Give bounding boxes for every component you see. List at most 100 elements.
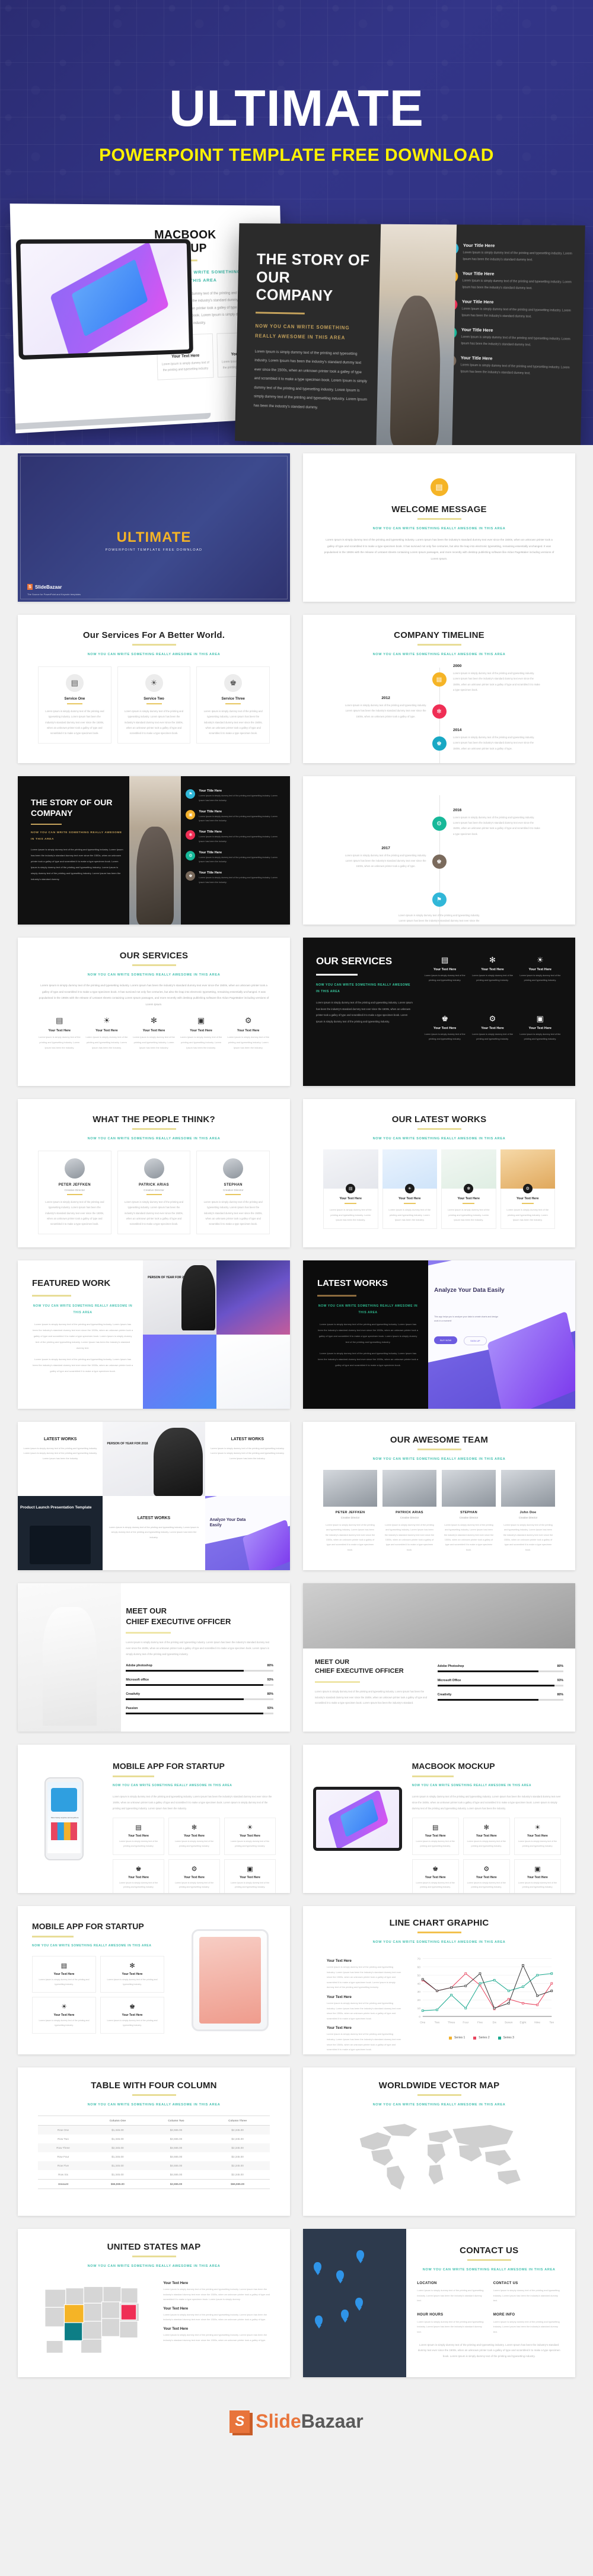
slide-testimonials[interactable]: WHAT THE PEOPLE THINK? NOW YOU CAN WRITE… xyxy=(18,1099,290,1247)
service-item[interactable]: ☀ Your Text Here Lorem Ipsum is simply dum… xyxy=(85,1016,129,1050)
legend-item[interactable]: Series 1 xyxy=(448,2036,465,2040)
skill-bar xyxy=(126,1669,273,1672)
slide-line-chart-graphic[interactable]: LINE CHART GRAPHIC NOW YOU CAN WRITE SOM… xyxy=(303,1906,575,2054)
work-thumb-dashboard[interactable] xyxy=(216,1335,290,1409)
map-pin-icon[interactable] xyxy=(356,2250,364,2260)
slide-our-awesome-team[interactable]: OUR AWESOME TEAM NOW YOU CAN WRITE SOMET… xyxy=(303,1422,575,1570)
legend-item[interactable]: Series 3 xyxy=(498,2036,514,2040)
feature-cell[interactable]: ✻ Your Text Here Lorem Ipsum is simply dum… xyxy=(100,1956,165,1993)
team-member[interactable]: STEPHAN Creative Director Lorem Ipsum is s… xyxy=(442,1470,496,1552)
map-pin-icon[interactable] xyxy=(314,2262,321,2272)
testimonial-card[interactable]: PETER JEFFKEN Creative Director Lorem Ipsu… xyxy=(38,1151,111,1235)
work-thumb-person[interactable]: PERSON OF YEAR FOR 2016 xyxy=(143,1260,217,1335)
map-pin-icon[interactable] xyxy=(336,2270,344,2280)
team-member[interactable]: PATRICK ARIAS Creative Director Lorem Ipsu… xyxy=(382,1470,436,1552)
slide-cover[interactable]: ULTIMATE POWERPOINT TEMPLATE FREE DOWNLO… xyxy=(18,453,290,602)
slide-meet-ceo-b[interactable]: MEET OUR CHIEF EXECUTIVE OFFICER Lorem I… xyxy=(303,1583,575,1732)
service-item[interactable]: ▤ Your Text Here Lorem Ipsum is simply dum… xyxy=(38,1016,81,1050)
feature-cell[interactable]: ⚙ Your Text Here Lorem Ipsum is simply dum… xyxy=(168,1859,220,1893)
table-row: Row One $1,345.00 $4,555.00 $2,345.00 xyxy=(38,2125,270,2135)
work-thumb-app-ui[interactable] xyxy=(143,1335,217,1409)
feature-cell[interactable]: ▤ Your Text Here Lorem Ipsum is simply dum… xyxy=(113,1818,165,1855)
feature-cell[interactable]: ▣ Your Text Here Lorem Ipsum is simply dum… xyxy=(514,1859,561,1893)
slide-our-latest-works[interactable]: OUR LATEST WORKS NOW YOU CAN WRITE SOMET… xyxy=(303,1099,575,1247)
feature-cell[interactable]: ☀ Your Text Here Lorem Ipsum is simply dum… xyxy=(514,1818,561,1855)
timeline-node[interactable]: ✻ xyxy=(432,704,447,719)
slide-united-states-map[interactable]: UNITED STATES MAP NOW YOU CAN WRITE SOME… xyxy=(18,2229,290,2377)
timeline-node[interactable]: ♚ xyxy=(432,736,447,751)
timeline-node[interactable]: ⚑ xyxy=(432,892,447,907)
feature-cell[interactable]: ⚙ Your Text Here Lorem Ipsum is simply dum… xyxy=(463,1859,510,1893)
slide-latest-works-dark[interactable]: LATEST WORKS NOW YOU CAN WRITE SOMETHING… xyxy=(303,1260,575,1409)
feature-cell[interactable]: ♚ Your Text Here Lorem Ipsum is simply dum… xyxy=(113,1859,165,1893)
service-item[interactable]: ⚙ Your Text Here Lorem Ipsum is simply dum… xyxy=(470,1014,514,1068)
slide-welcome-message[interactable]: ▤ WELCOME MESSAGE NOW YOU CAN WRITE SOME… xyxy=(303,453,575,602)
testimonial-card[interactable]: STEPHAN Creative Director Lorem Ipsum is s… xyxy=(196,1151,270,1235)
service-item[interactable]: ♚ Your Text Here Lorem Ipsum is simply dum… xyxy=(423,1014,467,1068)
promo-buy-now-button[interactable]: BUY NOW xyxy=(434,1336,458,1344)
feature-cell[interactable]: ☀ Your Text Here Lorem Ipsum is simply dum… xyxy=(32,1997,97,2034)
us-map-graphic[interactable] xyxy=(38,2277,158,2363)
feature-cell[interactable]: ▣ Your Text Here Lorem Ipsum is simply dum… xyxy=(224,1859,276,1893)
feature-cell[interactable]: ✻ Your Text Here Lorem Ipsum is simply dum… xyxy=(168,1818,220,1855)
service-item[interactable]: ✻ Your Text Here Lorem Ipsum is simply dum… xyxy=(132,1016,176,1050)
slide-our-services-better-world[interactable]: Our Services For A Better World. NOW YOU… xyxy=(18,615,290,763)
work-thumb-collage[interactable] xyxy=(216,1260,290,1335)
slide-macbook-mockup[interactable]: MACBOOK MOCKUP NOW YOU CAN WRITE SOMETHI… xyxy=(303,1745,575,1893)
work-item[interactable]: ⚙ Your Text Here Lorem Ipsum is simply dum… xyxy=(500,1149,555,1229)
work-item[interactable]: ☀ Your Text Here Lorem Ipsum is simply dum… xyxy=(382,1149,437,1229)
team-member[interactable]: John Doe Creative Director Lorem Ipsum is … xyxy=(501,1470,555,1552)
service-item[interactable]: ✻ Your Text Here Lorem Ipsum is simply dum… xyxy=(470,955,514,1009)
slide-our-services-dark[interactable]: OUR SERVICES NOW YOU CAN WRITE SOMETHING… xyxy=(303,938,575,1086)
slide-latest-works-mosaic[interactable]: LATEST WORKS Lorem Ipsum is simply dummy… xyxy=(18,1422,290,1570)
slide-company-timeline-a[interactable]: COMPANY TIMELINE NOW YOU CAN WRITE SOMET… xyxy=(303,615,575,763)
feature-cell[interactable]: ▤ Your Text Here Lorem Ipsum is simply dum… xyxy=(412,1818,459,1855)
feature-cell[interactable]: ▤ Your Text Here Lorem Ipsum is simply dum… xyxy=(32,1956,97,1993)
contact-map[interactable] xyxy=(303,2229,407,2377)
service-item[interactable]: ▣ Your Text Here Lorem Ipsum is simply dum… xyxy=(180,1016,223,1050)
slide-company-timeline-b[interactable]: ⚙ 2016 Lorem Ipsum is simply dummy text of… xyxy=(303,776,575,925)
service-item[interactable]: ☀ Your Text Here Lorem Ipsum is simply dum… xyxy=(518,955,562,1009)
promo-panel[interactable]: Analyze Your Data Easily This app helps … xyxy=(428,1260,575,1409)
timeline-node[interactable]: ♚ xyxy=(432,855,447,869)
world-map-graphic[interactable] xyxy=(323,2116,555,2194)
slide-featured-work[interactable]: FEATURED WORK NOW YOU CAN WRITE SOMETHIN… xyxy=(18,1260,290,1409)
feature-cell[interactable]: ♚ Your Text Here Lorem Ipsum is simply dum… xyxy=(100,1997,165,2034)
legend-label: Series 3 xyxy=(503,2036,514,2040)
work-item[interactable]: ✻ Your Text Here Lorem Ipsum is simply dum… xyxy=(441,1149,496,1229)
map-pin-icon[interactable] xyxy=(315,2315,323,2326)
table-cell: Row Three xyxy=(56,2146,70,2150)
service-card[interactable]: ▤ Service One Lorem Ipsum is simply dummy … xyxy=(38,666,111,744)
slide-contact-us[interactable]: CONTACT US NOW YOU CAN WRITE SOMETHING R… xyxy=(303,2229,575,2377)
slide-worldwide-vector-map[interactable]: WORLDWIDE VECTOR MAP NOW YOU CAN WRITE S… xyxy=(303,2067,575,2216)
feature-cell[interactable]: ✻ Your Text Here Lorem Ipsum is simply dum… xyxy=(463,1818,510,1855)
team-member[interactable]: PETER JEFFKEN Creative Director Lorem Ipsu… xyxy=(323,1470,377,1552)
slide-mobile-app-startup-b[interactable]: MOBILE APP FOR STARTUP NOW YOU CAN WRITE… xyxy=(18,1906,290,2054)
timeline-node[interactable]: ⚙ xyxy=(432,817,447,831)
hero-slide-preview-story[interactable]: THE STORY OF OUR COMPANY NOW YOU CAN WRI… xyxy=(235,223,585,445)
legend-item[interactable]: Series 2 xyxy=(473,2036,490,2040)
work-item[interactable]: ▤ Your Text Here Lorem Ipsum is simply dum… xyxy=(323,1149,378,1229)
service-item[interactable]: ▤ Your Text Here Lorem Ipsum is simply dum… xyxy=(423,955,467,1009)
slide-meet-ceo-a[interactable]: MEET OUR CHIEF EXECUTIVE OFFICER Lorem I… xyxy=(18,1583,290,1732)
feature-cell[interactable]: ♚ Your Text Here Lorem Ipsum is simply dum… xyxy=(412,1859,459,1893)
slide-story-of-our-company[interactable]: THE STORY OF OUR COMPANY NOW YOU CAN WRI… xyxy=(18,776,290,925)
service-card[interactable]: ♚ Service Three Lorem Ipsum is simply dumm… xyxy=(196,666,270,744)
map-pin-icon[interactable] xyxy=(355,2298,363,2308)
feature-cell[interactable]: ☀ Your Text Here Lorem Ipsum is simply dum… xyxy=(224,1818,276,1855)
slide-our-services-light[interactable]: OUR SERVICES NOW YOU CAN WRITE SOMETHING… xyxy=(18,938,290,1086)
slide-table-four-column[interactable]: TABLE WITH FOUR COLUMN NOW YOU CAN WRITE… xyxy=(18,2067,290,2216)
service-item[interactable]: ⚙ Your Text Here Lorem Ipsum is simply dum… xyxy=(227,1016,270,1050)
mosaic-dark-thumb[interactable]: Product Launch Presentation Template xyxy=(18,1496,103,1570)
map-pin-icon[interactable] xyxy=(341,2310,349,2320)
feature-body: Lorem Ipsum is simply dummy text of the … xyxy=(230,1881,270,1889)
testimonial-card[interactable]: PATRICK ARIAS Creative Director Lorem Ipsu… xyxy=(117,1151,191,1235)
service-icon: ▤ xyxy=(56,1016,63,1025)
service-card[interactable]: ☀ Service Two Lorem Ipsum is simply dummy … xyxy=(117,666,191,744)
timeline-node[interactable]: ▤ xyxy=(432,672,447,687)
mosaic-promo-thumb[interactable]: Analyze Your Data Easily xyxy=(205,1496,290,1570)
slide-mobile-app-startup[interactable]: Most handy anytime and anywhere MOBILE A… xyxy=(18,1745,290,1893)
mosaic-person-thumb[interactable]: PERSON OF YEAR FOR 2016 xyxy=(103,1422,205,1496)
service-item[interactable]: ▣ Your Text Here Lorem Ipsum is simply dum… xyxy=(518,1014,562,1068)
promo-sign-up-button[interactable]: SIGN UP xyxy=(464,1336,487,1345)
